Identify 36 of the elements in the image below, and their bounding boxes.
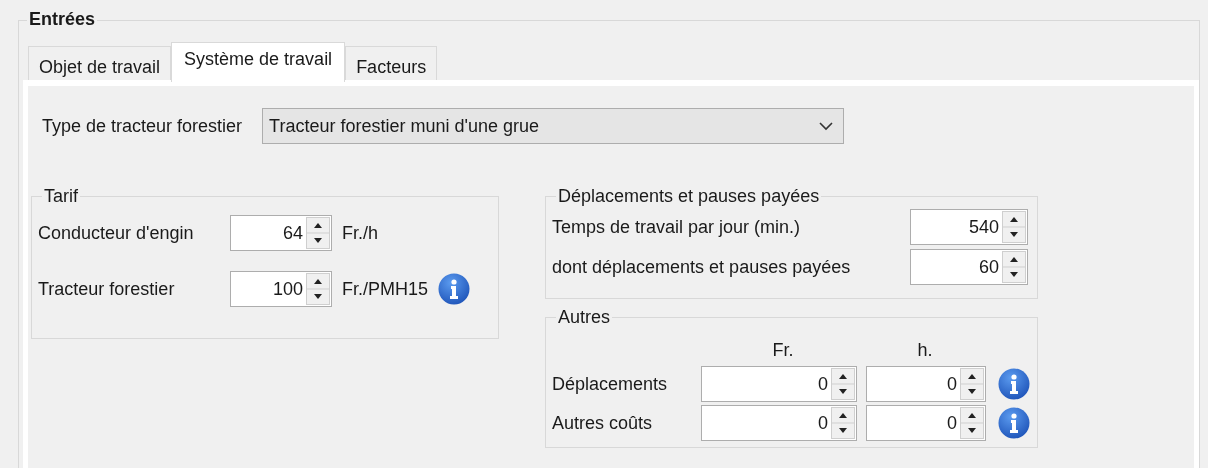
field-label: dont déplacements et pauses payées — [552, 255, 852, 279]
field-label: Temps de travail par jour (min.) — [552, 215, 802, 239]
field-label: Tracteur forestier — [38, 277, 176, 301]
spinner-arrows-icon[interactable] — [960, 368, 984, 400]
number-spinner[interactable]: 0 — [866, 366, 986, 402]
info-icon[interactable] — [998, 368, 1030, 400]
spinner-arrows-icon[interactable] — [306, 217, 330, 249]
info-icon[interactable] — [998, 407, 1030, 439]
number-spinner[interactable]: 100 — [230, 271, 332, 307]
number-spinner[interactable]: 60 — [910, 249, 1028, 285]
number-spinner[interactable]: 540 — [910, 209, 1028, 245]
tab[interactable]: Facteurs — [345, 46, 438, 80]
spinner-arrows-icon[interactable] — [306, 273, 330, 305]
unit-label: Fr./PMH15 — [342, 277, 429, 301]
field-label: Type de tracteur forestier — [42, 114, 243, 138]
spinner-arrows-icon[interactable] — [831, 407, 855, 439]
spinner-arrows-icon[interactable] — [1002, 211, 1026, 243]
tab[interactable]: Système de travail — [171, 42, 346, 82]
tab[interactable]: Objet de travail — [28, 46, 172, 80]
column-header: h. — [916, 340, 934, 362]
tractor-type-dropdown[interactable]: Tracteur forestier muni d'une grue — [262, 108, 845, 144]
number-spinner[interactable]: 64 — [230, 215, 332, 251]
number-spinner[interactable]: 0 — [701, 366, 857, 402]
spinner-arrows-icon[interactable] — [831, 368, 855, 400]
number-spinner[interactable]: 0 — [866, 405, 986, 441]
column-header: Fr. — [771, 340, 795, 362]
chevron-down-icon — [819, 121, 834, 131]
field-label: Déplacements — [552, 372, 669, 396]
number-spinner[interactable]: 0 — [701, 405, 857, 441]
spinner-arrows-icon[interactable] — [960, 407, 984, 439]
field-label: Conducteur d'engin — [38, 221, 195, 245]
field-label: Autres coûts — [552, 411, 654, 435]
dropdown-value: Tracteur forestier muni d'une grue — [269, 114, 539, 138]
info-icon[interactable] — [438, 273, 471, 305]
unit-label: Fr./h — [342, 221, 378, 245]
spinner-arrows-icon[interactable] — [1002, 251, 1026, 283]
